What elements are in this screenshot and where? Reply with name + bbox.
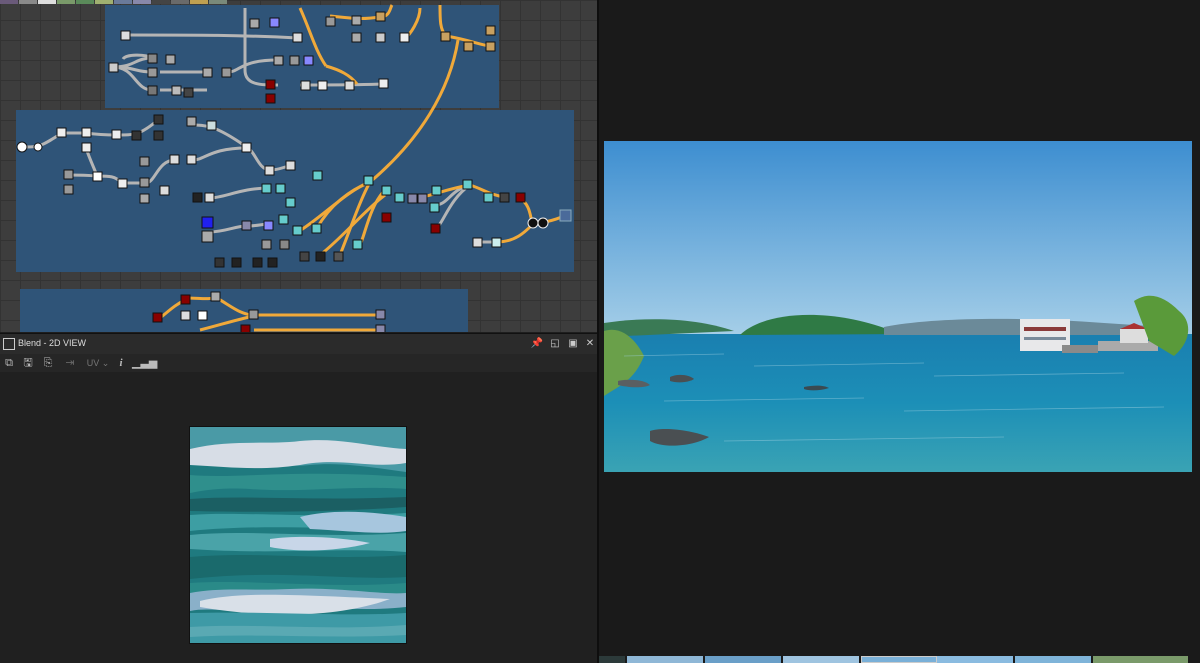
filmstrip-thumb[interactable] bbox=[627, 656, 705, 663]
filmstrip-thumb[interactable] bbox=[1015, 656, 1093, 663]
texture-preview[interactable] bbox=[189, 426, 407, 644]
info-icon[interactable]: i bbox=[113, 355, 129, 371]
filmstrip-thumb[interactable] bbox=[705, 656, 783, 663]
copy-icon[interactable]: ⧉ bbox=[1, 355, 17, 371]
float-icon[interactable]: ◱ bbox=[548, 337, 562, 351]
histogram-icon[interactable]: ▁▃▅ bbox=[132, 355, 157, 371]
filmstrip-thumb-selected[interactable] bbox=[861, 656, 937, 663]
duplicate-icon[interactable]: ⎘ bbox=[40, 355, 56, 371]
filmstrip-thumb[interactable] bbox=[1093, 656, 1190, 663]
export-icon[interactable]: ⇥ bbox=[62, 355, 78, 371]
lake-photo[interactable] bbox=[604, 141, 1192, 472]
filmstrip-thumb[interactable] bbox=[599, 656, 627, 663]
maximize-icon[interactable]: ▣ bbox=[566, 337, 580, 351]
node-graph[interactable] bbox=[0, 0, 597, 332]
panel-title: Blend - 2D VIEW bbox=[18, 338, 87, 348]
view-toolbar: ⧉ 🖫 ⎘ ⇥ UV ⌄ i ▁▃▅ bbox=[0, 354, 597, 372]
panel-checker-icon bbox=[3, 338, 15, 350]
filmstrip bbox=[599, 656, 1200, 663]
filmstrip-thumb[interactable] bbox=[937, 656, 1015, 663]
pin-icon[interactable]: 📌 bbox=[530, 337, 544, 351]
panel-header: Blend - 2D VIEW 📌 ◱ ▣ ✕ bbox=[0, 333, 597, 354]
close-icon[interactable]: ✕ bbox=[583, 337, 597, 351]
uv-label: UV bbox=[86, 358, 100, 368]
uv-dropdown[interactable]: UV ⌄ bbox=[84, 355, 112, 371]
filmstrip-thumb[interactable] bbox=[783, 656, 861, 663]
save-icon[interactable]: 🖫 bbox=[20, 355, 36, 371]
